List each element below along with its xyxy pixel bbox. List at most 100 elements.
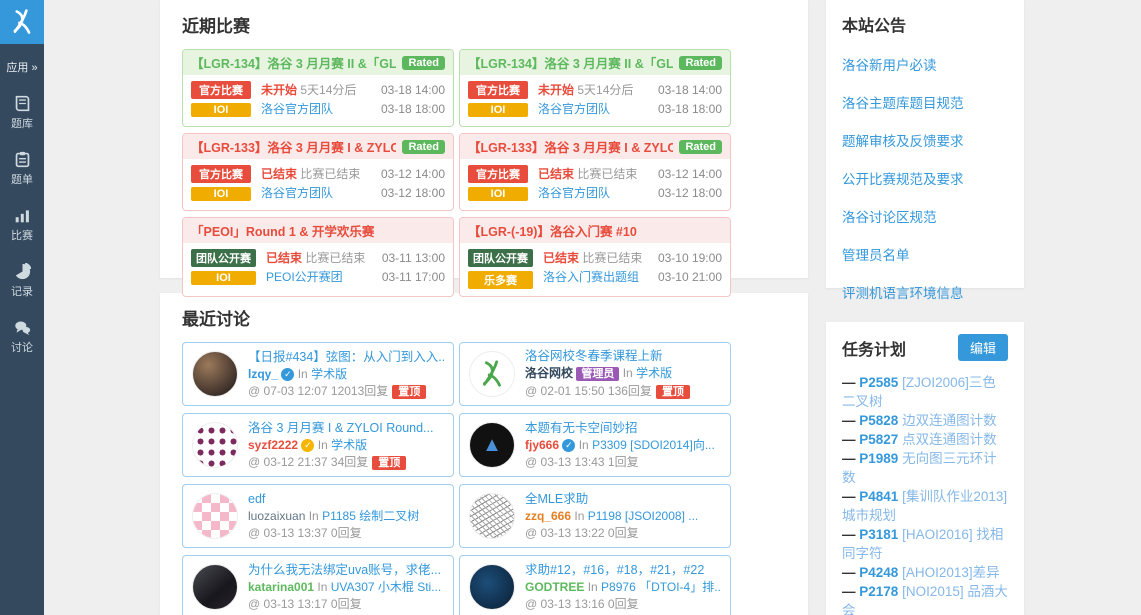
discussion-title[interactable]: 本题有无卡空间妙招 — [525, 420, 721, 436]
sidebar-item-discussions[interactable]: 讨论 — [0, 319, 44, 355]
contest-title[interactable]: 【LGR-134】洛谷 3 月月赛 II &「GLR ... — [191, 53, 396, 72]
sidebar-item-problem-lists[interactable]: 题单 — [0, 151, 44, 187]
problem-title-link[interactable]: 边双连通图计数 — [902, 413, 997, 428]
discussion-title[interactable]: edf — [248, 491, 444, 507]
task-item[interactable]: — P2585 [ZJOI2006]三色二叉树 — [842, 373, 1008, 411]
edit-button[interactable]: 编辑 — [958, 334, 1008, 361]
avatar[interactable] — [469, 493, 515, 539]
contest-status: 未开始 — [261, 83, 297, 97]
discussion-title[interactable]: 洛谷 3 月月赛 I & ZYLOI Round... — [248, 420, 444, 436]
contest-title[interactable]: 【LGR-(-19)】洛谷入门赛 #10 — [468, 221, 637, 240]
discussion-title[interactable]: 求助#12，#16，#18，#21，#22 — [525, 562, 721, 578]
discussion-card[interactable]: 全MLE求助 zzq_666 In P1198 [JSOI2008] ... @… — [459, 484, 731, 548]
discussion-forum-link[interactable]: 学术版 — [636, 366, 672, 380]
discussion-forum-link[interactable]: P8976 「DTOI-4」排... — [601, 580, 721, 594]
sidebar-item-records[interactable]: 记录 — [0, 263, 44, 299]
sidebar-item-apps[interactable]: 应用 » — [0, 59, 44, 75]
discussion-title[interactable]: 为什么我无法绑定uva账号，求佬... — [248, 562, 444, 578]
avatar[interactable]: ▲ — [469, 422, 515, 468]
problem-id-link[interactable]: P1989 — [859, 451, 898, 466]
problem-id-link[interactable]: P2178 — [859, 584, 898, 599]
announcement-link[interactable]: 公开比赛规范及要求 — [842, 168, 1008, 188]
discussion-forum-link[interactable]: P3309 [SDOI2014]向... — [592, 438, 715, 452]
task-item[interactable]: — P5827 点双连通图计数 — [842, 430, 1008, 449]
contest-card[interactable]: 【LGR-134】洛谷 3 月月赛 II &「GLR-... Rated 官方比… — [459, 49, 731, 127]
discussion-forum-link[interactable]: P1198 [JSOI2008] ... — [588, 509, 699, 523]
contest-organizer-link[interactable]: 洛谷官方团队 — [261, 186, 333, 200]
rated-badge: Rated — [679, 56, 722, 70]
discussion-author[interactable]: katarina001 — [248, 580, 314, 594]
contest-title[interactable]: 「PEOI」Round 1 & 开学欢乐赛 — [191, 221, 374, 240]
task-item[interactable]: — P2178 [NOI2015] 品酒大会 — [842, 582, 1008, 615]
task-item[interactable]: — P4841 [集训队作业2013]城市规划 — [842, 487, 1008, 525]
discussion-card[interactable]: 【日报#434】弦图：从入门到入入... lzqy_ ✓ In 学术版 @ 07… — [182, 342, 454, 406]
announcement-link[interactable]: 题解审核及反馈要求 — [842, 130, 1008, 150]
discussion-author[interactable]: syzf2222 — [248, 438, 298, 452]
luogu-logo[interactable] — [0, 0, 44, 44]
contest-card[interactable]: 【LGR-(-19)】洛谷入门赛 #10 团队公开赛 乐多赛 已结束 比赛已结束… — [459, 217, 731, 297]
discussion-title[interactable]: 全MLE求助 — [525, 491, 721, 507]
contest-organizer-link[interactable]: 洛谷官方团队 — [538, 102, 610, 116]
problem-id-link[interactable]: P3181 — [859, 527, 898, 542]
discussion-forum-link[interactable]: UVA307 小木棍 Sti... — [331, 580, 441, 594]
in-label: In — [588, 580, 598, 594]
discussion-title[interactable]: 【日报#434】弦图：从入门到入入... — [248, 349, 444, 365]
contest-organizer-link[interactable]: PEOI公开赛团 — [266, 270, 343, 284]
announcement-link[interactable]: 洛谷主题库题目规范 — [842, 92, 1008, 112]
announcement-link[interactable]: 管理员名单 — [842, 244, 1008, 264]
contest-status-detail: 5天14分后 — [577, 83, 633, 97]
contest-card[interactable]: 【LGR-133】洛谷 3 月月赛 I & ZYLOI ... Rated 官方… — [459, 133, 731, 211]
avatar[interactable] — [192, 493, 238, 539]
contest-organizer-link[interactable]: 洛谷入门赛出题组 — [543, 270, 639, 284]
problem-id-link[interactable]: P4841 — [859, 489, 898, 504]
contest-title[interactable]: 【LGR-134】洛谷 3 月月赛 II &「GLR-... — [468, 53, 673, 72]
task-item[interactable]: — P3181 [HAOI2016] 找相同字符 — [842, 525, 1008, 563]
problem-title-link[interactable]: 点双连通图计数 — [902, 432, 997, 447]
discussion-forum-link[interactable]: 学术版 — [311, 367, 347, 381]
discussion-author[interactable]: lzqy_ — [248, 367, 278, 381]
announcement-link[interactable]: 洛谷新用户必读 — [842, 54, 1008, 74]
sidebar-item-problems[interactable]: 题库 — [0, 95, 44, 131]
task-item[interactable]: — P1989 无向图三元环计数 — [842, 449, 1008, 487]
avatar[interactable] — [192, 422, 238, 468]
discussion-card[interactable]: 为什么我无法绑定uva账号，求佬... katarina001 In UVA30… — [182, 555, 454, 615]
contest-card[interactable]: 【LGR-134】洛谷 3 月月赛 II &「GLR ... Rated 官方比… — [182, 49, 454, 127]
discussion-card[interactable]: ▲ 本题有无卡空间妙招 fjy666 ✓ In P3309 [SDOI2014]… — [459, 413, 731, 477]
contest-organizer-link[interactable]: 洛谷官方团队 — [538, 186, 610, 200]
contest-card[interactable]: 【LGR-133】洛谷 3 月月赛 I & ZYLOI ... Rated 官方… — [182, 133, 454, 211]
discussion-card[interactable]: 洛谷网校冬春季课程上新 洛谷网校 管理员 In 学术版 @ 02-01 15:5… — [459, 342, 731, 406]
discussion-author[interactable]: luozaixuan — [248, 509, 305, 523]
discussion-card[interactable]: 洛谷 3 月月赛 I & ZYLOI Round... syzf2222 ✓ I… — [182, 413, 454, 477]
contest-status: 已结束 — [266, 251, 302, 265]
avatar[interactable] — [469, 351, 515, 397]
task-item[interactable]: — P5828 边双连通图计数 — [842, 411, 1008, 430]
discussion-card[interactable]: 求助#12，#16，#18，#21，#22 GODTREE In P8976 「… — [459, 555, 731, 615]
discussion-title[interactable]: 洛谷网校冬春季课程上新 — [525, 348, 721, 364]
problem-id-link[interactable]: P4248 — [859, 565, 898, 580]
problem-title-link[interactable]: [AHOI2013]差异 — [902, 565, 1000, 580]
discussion-author[interactable]: zzq_666 — [525, 509, 571, 523]
contest-organizer-link[interactable]: 洛谷官方团队 — [261, 102, 333, 116]
discussion-author[interactable]: 洛谷网校 — [525, 366, 573, 380]
discussion-card[interactable]: edf luozaixuan In P1185 绘制二叉树 @ 03-13 13… — [182, 484, 454, 548]
discussion-forum-link[interactable]: 学术版 — [331, 438, 367, 452]
problem-id-link[interactable]: P5827 — [859, 432, 898, 447]
announcement-link[interactable]: 洛谷讨论区规范 — [842, 206, 1008, 226]
discussion-forum-link[interactable]: P1185 绘制二叉树 — [322, 509, 419, 523]
contest-card[interactable]: 「PEOI」Round 1 & 开学欢乐赛 团队公开赛 IOI 已结束 比赛已结… — [182, 217, 454, 297]
announcement-link[interactable]: 评测机语言环境信息 — [842, 282, 1008, 302]
avatar[interactable] — [192, 564, 238, 610]
avatar[interactable] — [192, 351, 238, 397]
problem-id-link[interactable]: P2585 — [859, 375, 898, 390]
recent-contests-panel: 近期比赛 【LGR-134】洛谷 3 月月赛 II &「GLR ... Rate… — [160, 0, 808, 278]
discussion-meta: @ 03-13 13:22 0回复 — [525, 525, 721, 541]
sidebar-item-contests[interactable]: 比赛 — [0, 207, 44, 243]
contest-title[interactable]: 【LGR-133】洛谷 3 月月赛 I & ZYLOI ... — [468, 137, 673, 156]
sidebar-label: 讨论 — [11, 342, 33, 354]
contest-title[interactable]: 【LGR-133】洛谷 3 月月赛 I & ZYLOI ... — [191, 137, 396, 156]
task-item[interactable]: — P4248 [AHOI2013]差异 — [842, 563, 1008, 582]
discussion-author[interactable]: fjy666 — [525, 438, 559, 452]
discussion-author[interactable]: GODTREE — [525, 580, 584, 594]
problem-id-link[interactable]: P5828 — [859, 413, 898, 428]
avatar[interactable] — [469, 564, 515, 610]
